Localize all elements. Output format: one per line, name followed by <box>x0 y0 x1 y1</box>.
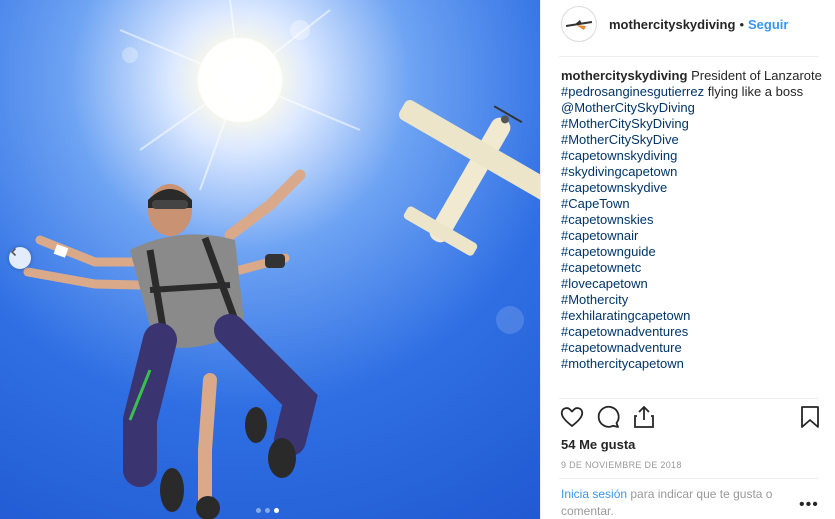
hashtag-link[interactable]: #capetownetc <box>561 260 823 276</box>
hashtag-link[interactable]: #capetownguide <box>561 244 823 260</box>
post-photo[interactable] <box>0 0 540 519</box>
follow-button[interactable]: Seguir <box>748 17 788 32</box>
hashtag-link[interactable]: #skydivingcapetown <box>561 164 823 180</box>
hashtag-link[interactable]: #capetownair <box>561 228 823 244</box>
hashtag-link[interactable]: #MotherCitySkyDive <box>561 132 823 148</box>
bookmark-icon[interactable] <box>797 404 823 430</box>
hashtag-link[interactable]: #exhilaratingcapetown <box>561 308 823 324</box>
carousel-indicator <box>256 508 279 513</box>
post-caption: mothercityskydiving President of Lanzaro… <box>561 68 823 372</box>
hashtag-link[interactable]: #mothercitycapetown <box>561 356 823 372</box>
carousel-dot-active <box>274 508 279 513</box>
hashtag-link[interactable]: #pedrosanginesgutierrez <box>561 84 704 99</box>
avatar[interactable] <box>561 6 597 42</box>
hashtag-link[interactable]: #capetownskies <box>561 212 823 228</box>
hashtag-link[interactable]: #capetownskydive <box>561 180 823 196</box>
mention-link[interactable]: @MotherCitySkyDiving <box>561 100 823 116</box>
post-side-panel: mothercityskydiving • Seguir mothercitys… <box>540 0 835 519</box>
carousel-dot <box>265 508 270 513</box>
comment-icon[interactable] <box>595 404 621 430</box>
divider <box>559 478 819 479</box>
hashtag-link[interactable]: #capetownadventures <box>561 324 823 340</box>
hashtag-link[interactable]: #capetownadventure <box>561 340 823 356</box>
hashtag-link[interactable]: #Mothercity <box>561 292 823 308</box>
divider <box>559 56 819 57</box>
divider <box>559 398 819 399</box>
caption-text-continued: flying like a boss <box>704 84 804 99</box>
airplane-logo-icon <box>565 20 593 30</box>
header-separator: • <box>739 16 744 32</box>
post-date[interactable]: 9 DE NOVIEMBRE DE 2018 <box>561 460 682 470</box>
username-link[interactable]: mothercityskydiving <box>609 17 735 32</box>
caption-text: President of Lanzarote <box>691 68 822 83</box>
like-count[interactable]: 54 Me gusta <box>561 437 635 452</box>
heart-icon[interactable] <box>559 404 585 430</box>
carousel-prev-button[interactable] <box>9 247 31 269</box>
post-header: mothercityskydiving • Seguir <box>541 0 835 48</box>
caption-username[interactable]: mothercityskydiving <box>561 68 687 83</box>
login-prompt: Inicia sesión para indicar que te gusta … <box>561 486 791 519</box>
login-link[interactable]: Inicia sesión <box>561 487 627 501</box>
carousel-dot <box>256 508 261 513</box>
skydiving-photo-illustration <box>23 0 540 519</box>
post-actions <box>559 404 821 432</box>
hashtag-link[interactable]: #capetownskydiving <box>561 148 823 164</box>
hashtag-link[interactable]: #lovecapetown <box>561 276 823 292</box>
hashtag-link[interactable]: #MotherCitySkyDiving <box>561 116 823 132</box>
hashtag-link[interactable]: #CapeTown <box>561 196 823 212</box>
share-icon[interactable] <box>631 404 657 430</box>
more-options-button[interactable]: ••• <box>799 496 819 514</box>
